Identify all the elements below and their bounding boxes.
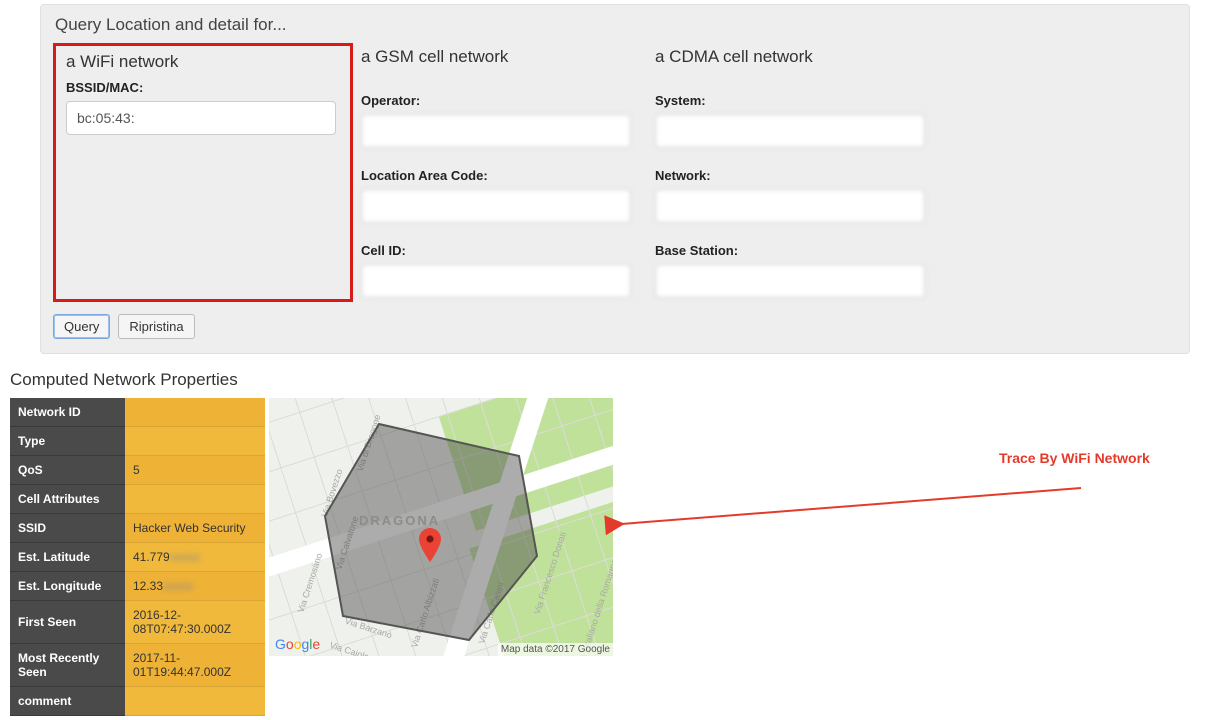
wifi-title: a WiFi network xyxy=(66,52,340,72)
prop-value xyxy=(125,427,265,456)
query-button[interactable]: Query xyxy=(53,314,110,339)
bs-label: Base Station: xyxy=(655,243,943,258)
table-row: Est. Latitude41.779xxxxx xyxy=(10,543,265,572)
map-attribution: Map data ©2017 Google xyxy=(498,643,613,656)
system-label: System: xyxy=(655,93,943,108)
table-row: Type xyxy=(10,427,265,456)
table-row: Cell Attributes xyxy=(10,485,265,514)
prop-value xyxy=(125,398,265,427)
table-row: QoS5 xyxy=(10,456,265,485)
table-row: Most Recently Seen2017-11-01T19:44:47.00… xyxy=(10,644,265,687)
annotation-arrow xyxy=(615,468,1083,532)
prop-key: Est. Latitude xyxy=(10,543,125,572)
prop-value: 12.33xxxxx xyxy=(125,572,265,601)
reset-button[interactable]: Ripristina xyxy=(118,314,194,339)
bssid-input[interactable] xyxy=(66,101,336,135)
network-label: Network: xyxy=(655,168,943,183)
wifi-column: a WiFi network BSSID/MAC: xyxy=(53,43,353,302)
gsm-title: a GSM cell network xyxy=(361,47,649,67)
form-columns: a WiFi network BSSID/MAC: a GSM cell net… xyxy=(53,43,1177,302)
google-logo: Google xyxy=(275,636,320,652)
lac-label: Location Area Code: xyxy=(361,168,649,183)
cdma-title: a CDMA cell network xyxy=(655,47,943,67)
properties-table: Network IDTypeQoS5Cell AttributesSSIDHac… xyxy=(10,398,265,716)
table-row: First Seen2016-12-08T07:47:30.000Z xyxy=(10,601,265,644)
button-row: Query Ripristina xyxy=(53,314,1177,339)
prop-value: 2016-12-08T07:47:30.000Z xyxy=(125,601,265,644)
prop-key: First Seen xyxy=(10,601,125,644)
prop-value: 5 xyxy=(125,456,265,485)
prop-key: QoS xyxy=(10,456,125,485)
operator-label: Operator: xyxy=(361,93,649,108)
cellid-input[interactable] xyxy=(361,264,631,298)
cellid-label: Cell ID: xyxy=(361,243,649,258)
network-input[interactable] xyxy=(655,189,925,223)
prop-key: Est. Longitude xyxy=(10,572,125,601)
table-row: Est. Longitude12.33xxxxx xyxy=(10,572,265,601)
table-row: SSIDHacker Web Security xyxy=(10,514,265,543)
cdma-column: a CDMA cell network System: Network: Bas… xyxy=(653,43,953,302)
prop-value: 2017-11-01T19:44:47.000Z xyxy=(125,644,265,687)
prop-key: Type xyxy=(10,427,125,456)
prop-value xyxy=(125,485,265,514)
annotation-label: Trace By WiFi Network xyxy=(999,450,1150,466)
prop-key: Cell Attributes xyxy=(10,485,125,514)
results-title: Computed Network Properties xyxy=(10,370,1222,390)
gsm-column: a GSM cell network Operator: Location Ar… xyxy=(359,43,659,302)
prop-value: Hacker Web Security xyxy=(125,514,265,543)
map-panel[interactable]: Via di DragoneVia BovezzoVia CalvatoneVi… xyxy=(269,398,613,656)
operator-input[interactable] xyxy=(361,114,631,148)
prop-value xyxy=(125,687,265,716)
lac-input[interactable] xyxy=(361,189,631,223)
prop-key: Network ID xyxy=(10,398,125,427)
table-row: comment xyxy=(10,687,265,716)
bssid-label: BSSID/MAC: xyxy=(66,80,340,95)
panel-title: Query Location and detail for... xyxy=(55,15,1177,35)
map-area-label: DRAGONA xyxy=(359,513,440,528)
results-wrap: Network IDTypeQoS5Cell AttributesSSIDHac… xyxy=(10,398,1222,716)
prop-value: 41.779xxxxx xyxy=(125,543,265,572)
bs-input[interactable] xyxy=(655,264,925,298)
query-form-panel: Query Location and detail for... a WiFi … xyxy=(40,4,1190,354)
map-marker-icon xyxy=(419,528,441,562)
prop-key: Most Recently Seen xyxy=(10,644,125,687)
system-input[interactable] xyxy=(655,114,925,148)
prop-key: SSID xyxy=(10,514,125,543)
table-row: Network ID xyxy=(10,398,265,427)
prop-key: comment xyxy=(10,687,125,716)
